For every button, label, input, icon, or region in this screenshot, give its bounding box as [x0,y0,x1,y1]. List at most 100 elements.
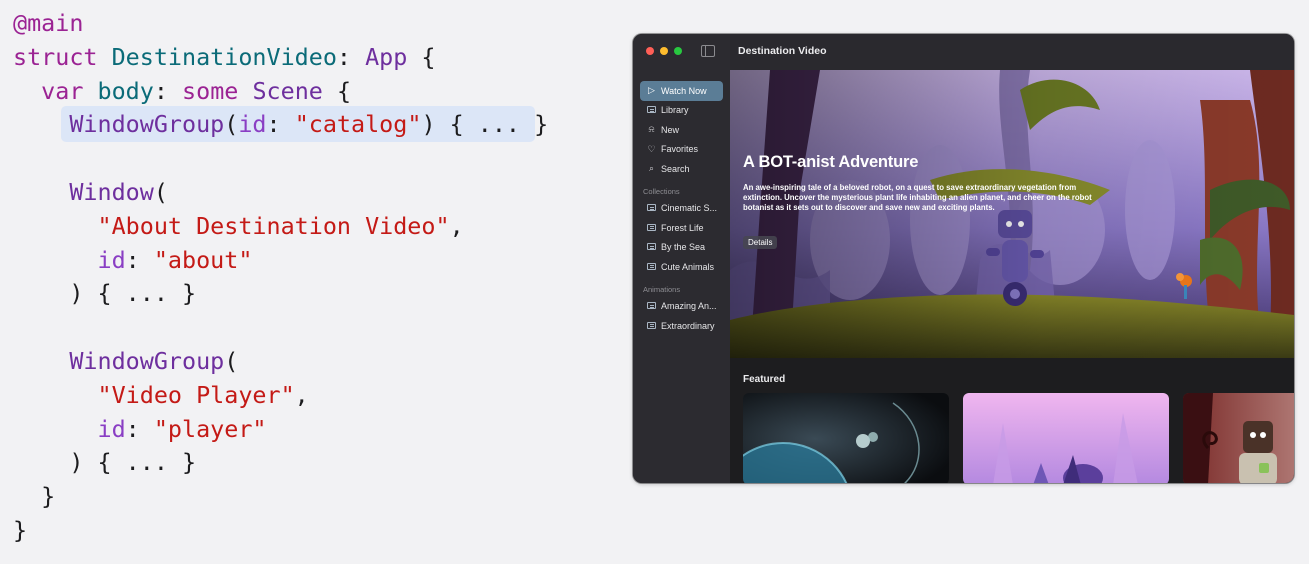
code-line: } [13,514,548,548]
sidebar-item-label: Search [661,163,690,174]
code-line: Window( [13,176,548,210]
sidebar: ▷ Watch Now Library ⍾ New ♡ Favorites ⌕ Search Co… [633,34,731,483]
hero-title: A BOT-anist Adventure [743,153,919,171]
code-token: ( [224,346,239,375]
close-window-button[interactable] [646,47,654,55]
code-token: "about" [153,245,253,274]
code-line: @main [13,7,548,41]
sidebar-item-collection[interactable]: Cinematic S... [640,199,723,219]
sidebar-item-collection[interactable]: Amazing An... [640,297,723,317]
code-token: var [41,76,98,105]
collection-icon [647,262,656,272]
play-icon: ▷ [648,85,655,96]
collection-icon [647,321,656,331]
heart-icon: ♡ [647,143,656,154]
code-token: body [97,76,154,105]
sidebar-item-collection[interactable]: By the Sea [640,238,723,258]
sidebar-item-watch-now[interactable]: ▷ Watch Now [640,81,723,101]
code-line: WindowGroup(id: "catalog") { ... } [13,106,548,143]
window-controls [646,47,682,55]
code-token: struct [13,42,112,71]
forest-thumbnail [963,393,1169,483]
code-token: { [322,76,352,105]
sidebar-item-search[interactable]: ⌕ Search [640,159,723,179]
code-token: ( [224,110,239,139]
featured-card-space[interactable] [743,393,949,483]
sidebar-item-label: Forest Life [661,222,704,233]
featured-card-robot[interactable] [1183,393,1294,483]
code-token: "Video Player" [97,380,295,409]
details-button[interactable]: Details [743,236,778,249]
app-window: ▷ Watch Now Library ⍾ New ♡ Favorites ⌕ Search Co… [633,34,1294,483]
featured-card-forest[interactable] [963,393,1169,483]
bell-icon: ⍾ [648,124,655,135]
hero-banner[interactable]: A BOT-anist Adventure An awe-inspiring t… [730,70,1294,358]
minimize-window-button[interactable] [660,47,668,55]
search-icon: ⌕ [648,163,655,174]
sidebar-toggle-icon[interactable] [701,45,715,57]
code-token: Window [69,177,154,206]
zoom-window-button[interactable] [674,47,682,55]
code-token: "About Destination Video" [97,211,450,240]
code-token: id [97,414,126,443]
collection-icon [647,242,656,252]
sidebar-item-label: Cute Animals [661,261,715,272]
code-token: id [97,245,126,274]
code-token: } [13,482,56,511]
sidebar-item-collection[interactable]: Forest Life [640,218,723,238]
code-token: : [125,414,154,443]
hero-artwork [730,70,1294,358]
sidebar-item-label: Watch Now [661,85,707,96]
sidebar-item-library[interactable]: Library [640,101,723,121]
code-token: @main [13,9,84,37]
collection-icon [647,223,656,233]
code-token: Scene [252,76,323,105]
code-token: some [182,76,253,105]
hero-description: An awe-inspiring tale of a beloved robot… [743,183,1092,213]
code-line: id: "player" [13,413,548,447]
code-token: , [294,380,309,409]
code-token: { [407,42,436,71]
code-token: "player" [153,414,267,443]
featured-heading: Featured [743,374,786,385]
sidebar-item-label: Cinematic S... [661,203,718,214]
code-token: : [153,76,183,105]
library-icon [647,105,656,115]
sidebar-nav: ▷ Watch Now Library ⍾ New ♡ Favorites ⌕ Search Co… [640,81,723,336]
sidebar-item-label: Favorites [661,144,699,155]
code-token: DestinationVideo [111,42,337,71]
code-token: , [449,211,464,240]
code-token: : [125,245,154,274]
code-line: "Video Player", [13,379,548,413]
space-thumbnail [743,393,949,483]
sidebar-item-label: By the Sea [661,242,706,253]
code-line: "About Destination Video", [13,210,548,244]
code-token: ) { ... } [13,279,197,308]
sidebar-item-label: New [661,124,680,135]
sidebar-section-heading: Animations [643,284,681,294]
sidebar-item-label: Extraordinary [661,320,715,331]
sidebar-item-new[interactable]: ⍾ New [640,120,723,140]
code-token: App [365,42,408,71]
sidebar-item-collection[interactable]: Cute Animals [640,257,723,277]
code-line: ) { ... } [13,446,548,480]
code-token: : [266,110,295,139]
code-token: "catalog" [294,110,422,139]
sidebar-item-favorites[interactable]: ♡ Favorites [640,140,723,160]
collection-icon [647,203,656,213]
code-line: } [13,480,548,514]
sidebar-section-heading: Collections [643,186,680,196]
code-token: id [238,110,267,139]
code-token: } [13,515,28,544]
sidebar-item-collection[interactable]: Extraordinary [640,316,723,336]
code-listing: @main struct DestinationVideo: App { var … [13,7,548,548]
sidebar-item-label: Library [661,105,689,116]
